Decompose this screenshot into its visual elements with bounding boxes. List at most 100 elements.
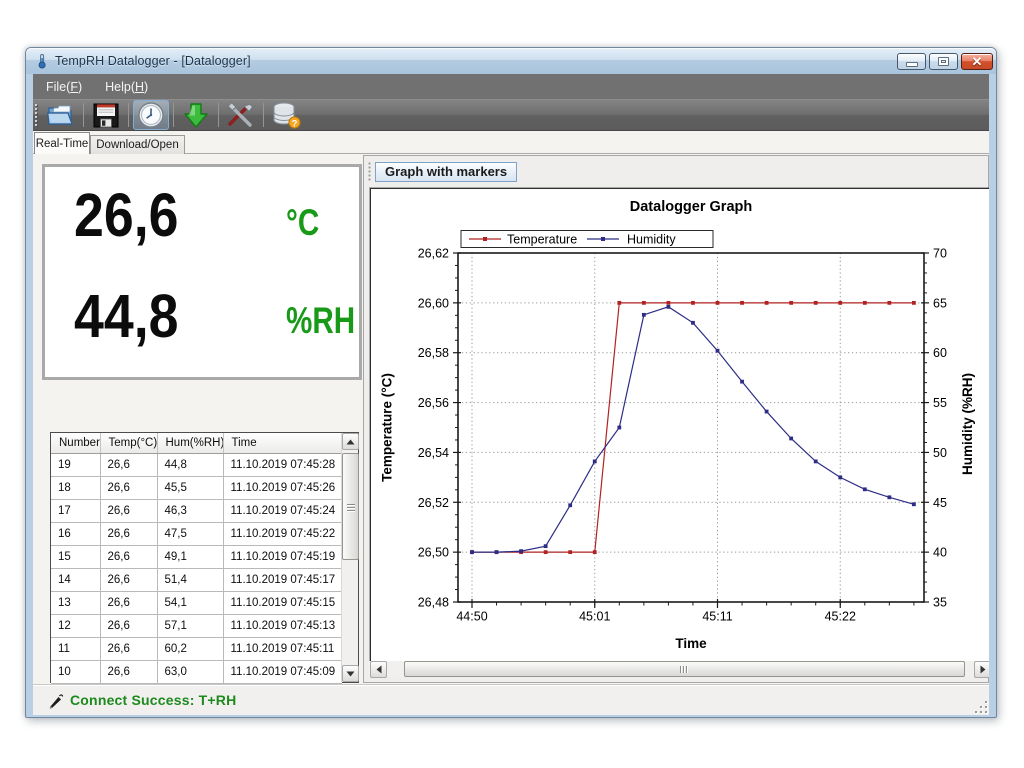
table-cell: 11.10.2019 07:45:13 [223,614,342,637]
temperature-value: 26,6 [74,185,178,246]
table-cell: 26,6 [100,545,157,568]
chart-container: 26,483526,504026,524526,545026,565526,58… [370,188,989,666]
table-cell: 11.10.2019 07:45:15 [223,591,342,614]
table-cell: 11.10.2019 07:45:24 [223,499,342,522]
table-row[interactable]: 1626,647,511.10.2019 07:45:22 [51,522,342,545]
table-cell: 26,6 [100,453,157,476]
toolstrip-grip[interactable] [368,162,372,182]
table-row[interactable]: 1526,649,111.10.2019 07:45:19 [51,545,342,568]
svg-text:26,48: 26,48 [418,596,449,610]
col-time[interactable]: Time [223,433,342,453]
table-cell: 26,6 [100,591,157,614]
save-floppy-icon [92,102,120,129]
clock-icon [137,101,165,129]
svg-text:Datalogger Graph: Datalogger Graph [630,199,752,215]
maximize-button[interactable] [929,53,958,70]
table-cell: 12 [51,614,100,637]
table-row[interactable]: 1226,657,111.10.2019 07:45:13 [51,614,342,637]
humidity-value: 44,8 [74,286,178,347]
open-file-button[interactable] [43,100,79,130]
svg-text:26,62: 26,62 [418,247,449,261]
table-cell: 47,5 [157,522,223,545]
scroll-right-button[interactable] [974,661,989,678]
svg-text:26,50: 26,50 [418,546,449,560]
table-cell: 57,1 [157,614,223,637]
settings-tools-button[interactable] [223,100,259,130]
scroll-down-button[interactable] [342,665,359,682]
table-row[interactable]: 1826,645,511.10.2019 07:45:26 [51,476,342,499]
table-cell: 60,2 [157,637,223,660]
toolbar-grip[interactable] [34,103,41,127]
title-bar[interactable]: TempRH Datalogger - [Datalogger] ✕ [26,48,996,74]
col-hum[interactable]: Hum(%RH) [157,433,223,453]
table-cell: 26,6 [100,637,157,660]
data-table: Number Temp(°C) Hum(%RH) Time 1926,644,8… [50,432,359,683]
readout-panel: 26,6 °C 44,8 %RH [42,164,362,380]
download-button[interactable] [178,100,214,130]
save-button[interactable] [88,100,124,130]
open-folder-icon [46,102,76,128]
toolbar-separator [218,103,219,127]
table-row[interactable]: 1126,660,211.10.2019 07:45:11 [51,637,342,660]
table-cell: 14 [51,568,100,591]
scroll-left-button[interactable] [370,661,387,678]
table-cell: 13 [51,591,100,614]
svg-text:45:01: 45:01 [579,610,610,624]
toolbar: ? [33,99,989,131]
database-help-button[interactable]: ? [268,100,304,130]
scroll-thumb[interactable] [404,661,965,677]
minimize-button[interactable] [897,53,926,70]
close-button[interactable]: ✕ [961,53,993,70]
table-vertical-scrollbar[interactable] [341,433,358,682]
svg-text:26,52: 26,52 [418,496,449,510]
table-cell: 51,4 [157,568,223,591]
close-icon: ✕ [972,55,983,68]
table-cell: 11.10.2019 07:45:19 [223,545,342,568]
svg-text:35: 35 [933,596,947,610]
temperature-unit: °C [286,204,319,241]
table-row[interactable]: 1426,651,411.10.2019 07:45:17 [51,568,342,591]
menu-help[interactable]: Help(H) [95,76,158,98]
svg-text:26,58: 26,58 [418,346,449,360]
table-row[interactable]: 1026,663,011.10.2019 07:45:09 [51,660,342,683]
col-number[interactable]: Number [51,433,100,453]
table-cell: 11.10.2019 07:45:28 [223,453,342,476]
menu-file[interactable]: File(F) [36,76,92,98]
table-cell: 26,6 [100,614,157,637]
scroll-up-button[interactable] [342,433,359,450]
toolbar-separator [173,103,174,127]
svg-text:Time: Time [675,636,707,651]
svg-text:45:22: 45:22 [825,610,856,624]
svg-text:45: 45 [933,496,947,510]
svg-text:26,60: 26,60 [418,296,449,310]
connection-pen-icon [47,692,65,710]
database-question-icon: ? [271,101,301,129]
tab-real-time[interactable]: Real-Time [34,132,90,154]
svg-text:?: ? [292,118,298,129]
scroll-thumb[interactable] [342,453,359,560]
table-row[interactable]: 1326,654,111.10.2019 07:45:15 [51,591,342,614]
realtime-clock-button[interactable] [133,100,169,130]
thumb-grip-icon [347,504,355,513]
toolbar-separator [128,103,129,127]
svg-text:70: 70 [933,247,947,261]
toolbar-separator [263,103,264,127]
svg-text:50: 50 [933,446,947,460]
green-arrow-down-icon [183,102,209,129]
app-thermometer-icon [35,53,49,69]
chart-horizontal-scrollbar[interactable] [368,661,989,677]
table-row[interactable]: 1926,644,811.10.2019 07:45:28 [51,453,342,476]
graph-with-markers-button[interactable]: Graph with markers [375,162,517,182]
col-temp[interactable]: Temp(°C) [100,433,157,453]
resize-grip[interactable] [974,700,987,713]
menu-bar: File(F) Help(H) [33,74,989,99]
table-row[interactable]: 1726,646,311.10.2019 07:45:24 [51,499,342,522]
arrow-down-icon [346,671,355,677]
svg-text:44:50: 44:50 [456,610,487,624]
humidity-unit: %RH [286,302,355,339]
svg-text:Humidity: Humidity [627,233,676,247]
table-cell: 11.10.2019 07:45:11 [223,637,342,660]
tab-download-open[interactable]: Download/Open [90,135,185,154]
arrow-right-icon [980,665,986,674]
table-cell: 11.10.2019 07:45:09 [223,660,342,683]
